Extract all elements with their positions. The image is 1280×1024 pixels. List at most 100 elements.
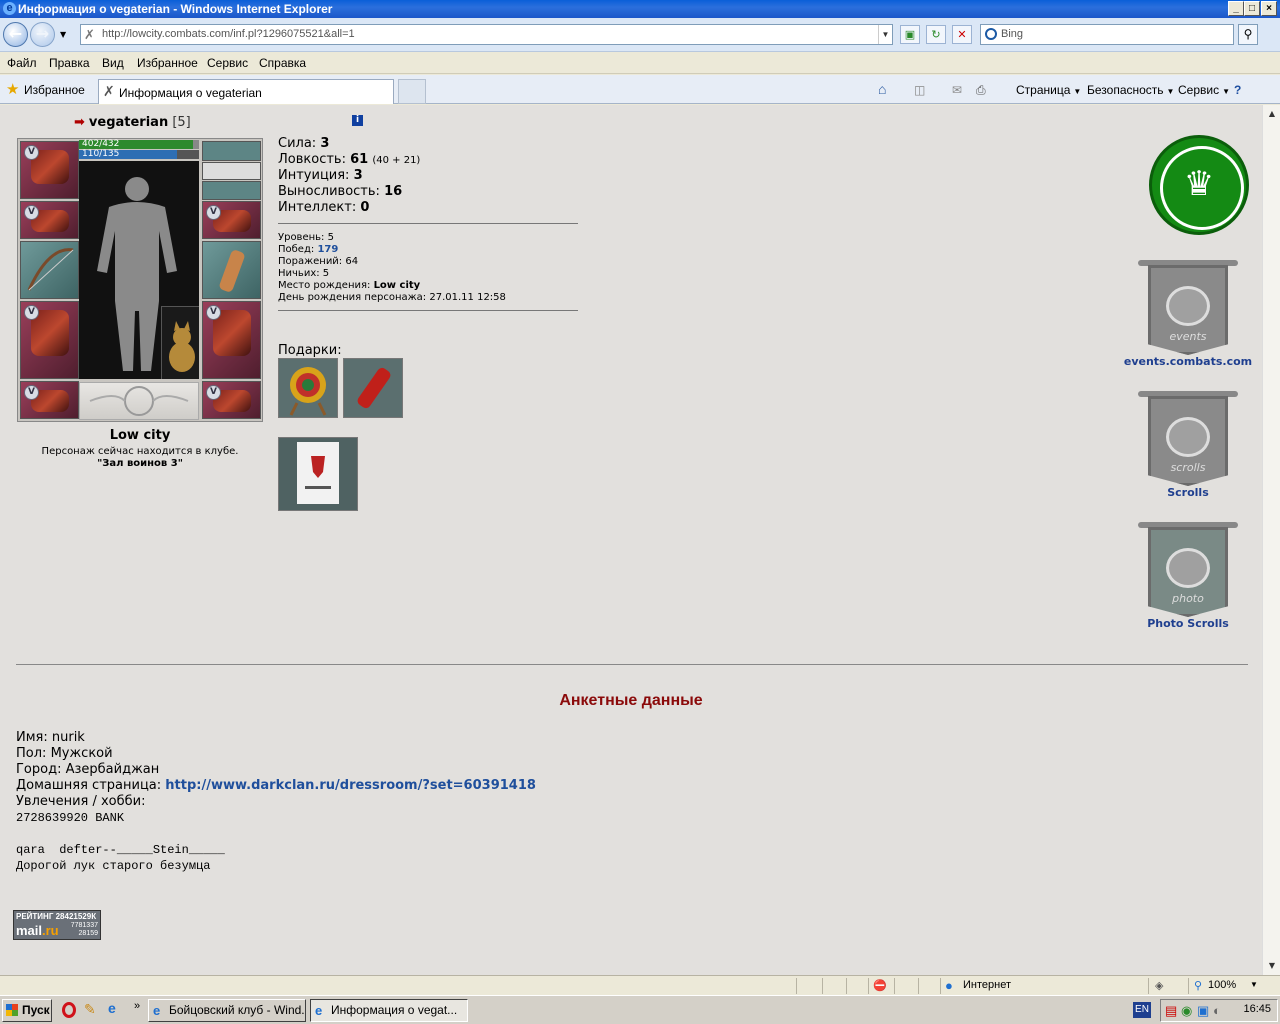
back-button[interactable]: ← [3, 22, 28, 47]
close-window-button[interactable]: × [1261, 1, 1277, 16]
start-button[interactable]: Пуск [2, 999, 52, 1022]
necklace-slot[interactable] [202, 162, 261, 180]
scrolls-banner[interactable]: scrolls [1138, 391, 1238, 491]
quicklaunch-icon[interactable]: ✎ [84, 1001, 96, 1018]
earrings-slot[interactable] [202, 141, 261, 161]
stat-label: Ловкость: [278, 152, 346, 167]
photo-scrolls-banner[interactable]: photo [1138, 522, 1238, 622]
profile-homepage: Домашняя страница: http://www.darkclan.r… [16, 778, 536, 793]
task-character-info[interactable]: Информация о vegat... [310, 999, 468, 1022]
zoom-level[interactable]: 100% [1208, 979, 1236, 991]
events-link[interactable]: events.combats.com [1118, 355, 1258, 368]
pet-cat-image[interactable] [161, 306, 199, 379]
stat-intuition: Интуиция: 3 [278, 168, 363, 183]
profile-gender: Пол: Мужской [16, 746, 113, 761]
new-tab-button[interactable] [398, 79, 426, 104]
info-birthplace: Место рождения: Low city [278, 280, 420, 292]
photo-scrolls-link[interactable]: Photo Scrolls [1118, 617, 1258, 630]
menu-view[interactable]: Вид [102, 56, 124, 70]
page-menu[interactable]: Страница ▼ [1016, 83, 1081, 97]
mail-icon[interactable]: ✉ [952, 83, 962, 97]
menu-edit[interactable]: Правка [49, 56, 90, 70]
weapon-slot-bow[interactable] [20, 241, 79, 299]
address-input[interactable]: ✗ http://lowcity.combats.com/inf.pl?1296… [80, 24, 893, 45]
armor-slot[interactable]: V [20, 301, 79, 379]
homepage-link[interactable]: http://www.darkclan.ru/dressroom/?set=60… [165, 778, 536, 793]
counter-numbers: 7781337 28159 [71, 922, 98, 938]
refresh-button[interactable]: ↻ [926, 25, 946, 44]
boots-slot[interactable]: V [202, 381, 261, 419]
history-dropdown-icon[interactable]: ▼ [60, 30, 66, 39]
scroll-up-icon[interactable]: ▲ [1265, 107, 1279, 121]
fist-icon [1166, 417, 1210, 457]
minimize-button[interactable]: _ [1228, 1, 1244, 16]
club-status-text: Персонаж сейчас находится в клубе. [41, 446, 239, 457]
bracers-slot[interactable]: V [20, 201, 79, 239]
zoom-dropdown-icon[interactable]: ▼ [1250, 980, 1258, 989]
cat-icon [169, 321, 195, 372]
opera-icon[interactable] [62, 1002, 76, 1018]
scrolls-link[interactable]: Scrolls [1118, 486, 1258, 499]
menu-help[interactable]: Справка [259, 56, 306, 70]
search-input[interactable]: Bing [980, 24, 1234, 45]
language-indicator[interactable]: EN [1133, 1002, 1151, 1018]
leggings-slot[interactable]: V [202, 301, 261, 379]
menu-favorites[interactable]: Избранное [137, 56, 198, 70]
stat-endurance: Выносливость: 16 [278, 184, 402, 199]
gift-card[interactable] [278, 437, 358, 511]
info-draws: Ничьих: 5 [278, 268, 329, 280]
quicklaunch-more-icon[interactable]: » [134, 1000, 140, 1012]
private-message-arrow-icon[interactable]: ➡ [74, 115, 85, 130]
helmet-slot[interactable]: V [20, 141, 79, 199]
protected-mode-icon[interactable]: ◈ [1155, 979, 1163, 992]
character-level: [5] [172, 115, 191, 130]
stop-button[interactable]: ✕ [952, 25, 972, 44]
menu-tools[interactable]: Сервис [207, 56, 248, 70]
gift-target[interactable] [278, 358, 338, 418]
tray-network-icon[interactable]: ▣ [1197, 1003, 1209, 1019]
gloves-slot[interactable]: V [202, 201, 261, 239]
address-dropdown-icon[interactable]: ▼ [878, 25, 892, 44]
info-losses: Поражений: 64 [278, 256, 358, 268]
menu-bar: Файл Правка Вид Избранное Сервис Справка [0, 53, 1280, 74]
tab-active[interactable]: ✗ Информация о vegaterian [98, 79, 394, 104]
mana-bar: 110/135 [79, 150, 199, 159]
task-combats-club[interactable]: Бойцовский клуб - Wind... [148, 999, 306, 1022]
rings-slot[interactable] [202, 181, 261, 200]
tray-volume-icon[interactable]: ◐ [1213, 1003, 1221, 1018]
popup-blocker-icon[interactable]: ⛔ [873, 979, 887, 992]
safety-menu[interactable]: Безопасность ▼ [1087, 83, 1174, 97]
favorites-star-icon[interactable]: ★ [6, 82, 19, 97]
tray-calendar-icon[interactable]: ▤ [1165, 1003, 1177, 1019]
tray-app-icon[interactable]: ◉ [1181, 1003, 1192, 1019]
scroll-down-icon[interactable]: ▼ [1265, 959, 1279, 973]
taskbar: Пуск ✎ e » Бойцовский клуб - Wind... Инф… [0, 995, 1280, 1024]
vertical-scrollbar[interactable]: ▲ ▼ [1262, 105, 1280, 975]
favorites-button[interactable]: Избранное [24, 83, 85, 97]
belt-slot[interactable]: V [20, 381, 79, 419]
mailru-counter[interactable]: РЕЙТИНГ 28421529К mail.ru 7781337 28159 [13, 910, 101, 940]
home-icon[interactable]: ⌂ [878, 81, 886, 97]
status-divider [1188, 978, 1189, 994]
gift-scroll[interactable] [343, 358, 403, 418]
hp-bar: 402/432 [79, 140, 199, 149]
wins-link[interactable]: 179 [317, 244, 338, 255]
window-title-bar: e Информация о vegaterian - Windows Inte… [0, 0, 1280, 18]
compat-view-button[interactable]: ▣ [900, 25, 920, 44]
menu-file[interactable]: Файл [7, 56, 37, 70]
events-banner[interactable]: events [1138, 260, 1238, 360]
info-icon[interactable]: i [352, 115, 363, 126]
profile-label: Пол: [16, 746, 47, 761]
goat-logo[interactable]: ♛ [1149, 135, 1249, 235]
status-divider [868, 978, 869, 994]
tools-menu[interactable]: Сервис ▼ [1178, 83, 1230, 97]
print-icon[interactable]: ⎙ [976, 83, 986, 98]
feeds-icon[interactable]: ◫ [914, 83, 925, 97]
help-icon[interactable]: ? [1234, 83, 1241, 97]
quiver-slot[interactable] [202, 241, 261, 299]
ie-quicklaunch-icon[interactable]: e [108, 1000, 116, 1016]
maximize-button[interactable]: □ [1244, 1, 1260, 16]
search-icon[interactable]: ⚲ [1238, 24, 1258, 45]
forward-button[interactable]: → [30, 22, 55, 47]
status-bar: ⛔ ● Интернет ◈ ⚲ 100% ▼ [0, 975, 1280, 995]
